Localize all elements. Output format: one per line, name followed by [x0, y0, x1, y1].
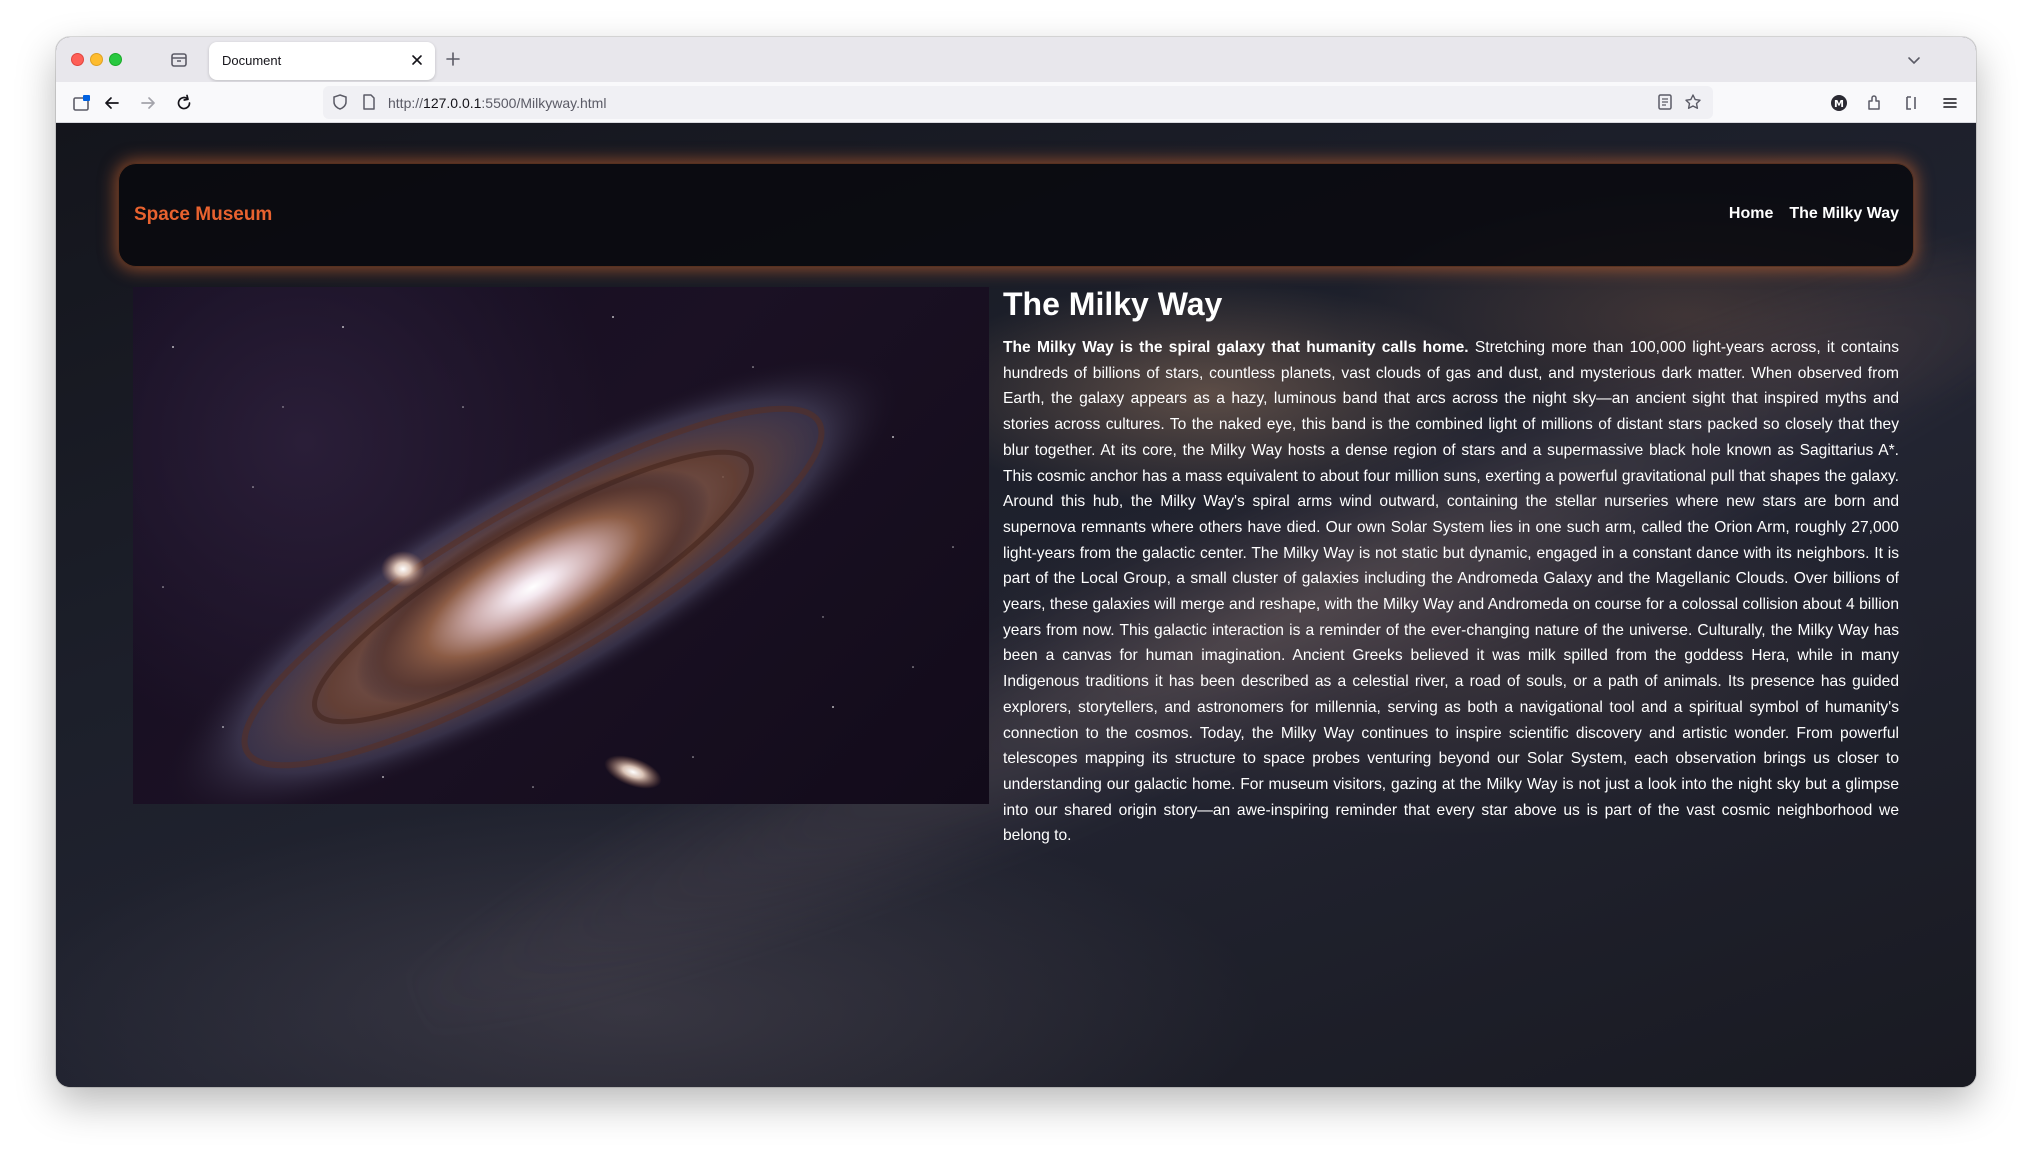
tracking-protection-icon[interactable]: [330, 92, 350, 117]
site-header: Space Museum Home The Milky Way: [118, 163, 1914, 267]
reader-view-icon[interactable]: [1655, 92, 1675, 117]
page-info-icon[interactable]: [359, 92, 379, 117]
navigation-bar: http://127.0.0.1:5500/Milkyway.html M: [56, 82, 1976, 123]
page-content: Space Museum Home The Milky Way The Milk…: [56, 123, 1976, 1087]
new-tab-icon[interactable]: [443, 49, 463, 69]
article-lead: The Milky Way is the spiral galaxy that …: [1003, 339, 1469, 356]
bookmark-star-icon[interactable]: [1683, 92, 1703, 117]
svg-text:M: M: [1834, 99, 1844, 110]
browser-window: Document http://127.0.0.1:5500/Milkyway.…: [56, 37, 1976, 1087]
firefox-view-icon[interactable]: [71, 92, 93, 114]
tab-title: Document: [222, 53, 282, 68]
menu-icon[interactable]: [1939, 92, 1961, 114]
nav-link-milky-way[interactable]: The Milky Way: [1789, 205, 1899, 223]
article-title: The Milky Way: [1003, 286, 1223, 322]
tab-document[interactable]: Document: [209, 42, 435, 80]
url-text: http://127.0.0.1:5500/Milkyway.html: [388, 95, 607, 111]
article-text: Stretching more than 100,000 light-years…: [1003, 339, 1900, 845]
minimize-window-button[interactable]: [90, 53, 103, 66]
galaxy-image: [133, 287, 989, 804]
article: The Milky Way The Milky Way is the spira…: [1003, 286, 1899, 849]
zoom-window-button[interactable]: [109, 53, 122, 66]
back-icon[interactable]: [101, 92, 123, 114]
nav-link-home[interactable]: Home: [1729, 205, 1773, 223]
site-nav: Home The Milky Way: [1729, 205, 1899, 223]
tab-strip: Document: [56, 37, 1976, 82]
extensions-icon[interactable]: [1864, 92, 1886, 114]
forward-icon[interactable]: [137, 92, 159, 114]
address-bar[interactable]: http://127.0.0.1:5500/Milkyway.html: [323, 86, 1713, 119]
reload-icon[interactable]: [173, 92, 195, 114]
account-icon[interactable]: M: [1828, 92, 1850, 114]
chevron-down-icon[interactable]: [1904, 50, 1924, 70]
site-logo[interactable]: Space Museum: [134, 204, 272, 226]
close-window-button[interactable]: [71, 53, 84, 66]
extension-puzzle-icon[interactable]: [1901, 92, 1923, 114]
article-body: The Milky Way is the spiral galaxy that …: [1003, 335, 1899, 849]
sidebar-tabs-icon[interactable]: [169, 50, 189, 70]
close-tab-icon[interactable]: [409, 52, 425, 68]
